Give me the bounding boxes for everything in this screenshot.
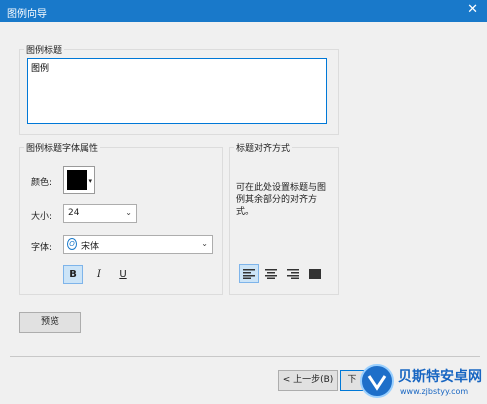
left-align-icon[interactable] xyxy=(239,264,259,283)
size-label: 大小: xyxy=(31,212,53,222)
font-label: 字体: xyxy=(31,243,53,253)
watermark-emblem-icon xyxy=(360,364,394,398)
color-label: 颜色: xyxy=(31,178,53,188)
italic-label: I xyxy=(97,269,101,280)
dropdown-arrow-icon: ▾ xyxy=(88,177,92,185)
footer-separator xyxy=(10,356,480,357)
font-size-select[interactable]: 24 ⌄ xyxy=(63,204,137,223)
alignment-description: 可在此处设置标题与图例其余部分的对齐方式。 xyxy=(236,183,327,217)
justify-align-icon[interactable] xyxy=(305,264,325,283)
font-family-select[interactable]: O 宋体 ⌄ xyxy=(63,235,213,254)
bold-button[interactable]: B xyxy=(63,265,83,284)
color-picker-button[interactable]: ▾ xyxy=(63,166,95,194)
italic-button[interactable]: I xyxy=(89,265,109,284)
close-icon[interactable]: ✕ xyxy=(467,3,478,17)
underline-label: U xyxy=(119,269,127,280)
watermark-text: 贝斯特安卓网 xyxy=(398,369,482,385)
chevron-down-icon: ⌄ xyxy=(201,239,208,248)
legend-title-input[interactable] xyxy=(27,58,327,124)
back-button[interactable]: < 上一步(B) xyxy=(278,370,338,391)
chevron-down-icon: ⌄ xyxy=(125,208,132,217)
legend-title-group-label: 图例标题 xyxy=(24,43,65,56)
font-size-value: 24 xyxy=(68,208,80,218)
title-bar: 图例向导 ✕ xyxy=(0,0,487,22)
font-properties-group-label: 图例标题字体属性 xyxy=(24,141,101,154)
right-align-icon[interactable] xyxy=(283,264,303,283)
alignment-group-label: 标题对齐方式 xyxy=(234,141,293,154)
font-family-value: 宋体 xyxy=(81,242,100,252)
underline-button[interactable]: U xyxy=(113,265,133,284)
watermark-logo: 贝斯特安卓网 www.zjbstyy.com xyxy=(356,360,487,404)
window-title: 图例向导 xyxy=(7,9,47,20)
watermark-url: www.zjbstyy.com xyxy=(400,387,469,396)
preview-button[interactable]: 预览 xyxy=(19,312,81,333)
bold-label: B xyxy=(69,269,77,280)
color-swatch xyxy=(67,170,87,190)
center-align-icon[interactable] xyxy=(261,264,281,283)
font-type-icon: O xyxy=(67,238,77,250)
